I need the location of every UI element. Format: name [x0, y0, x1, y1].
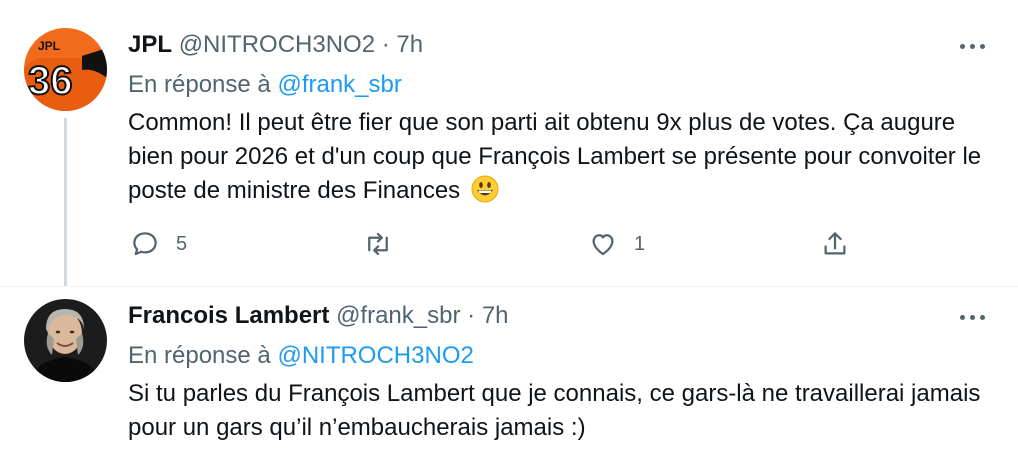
tweet-francois-lambert[interactable]: Francois Lambert @frank_sbr · 7h En répo… — [0, 287, 1018, 452]
separator: · — [467, 302, 476, 329]
like-count: 1 — [634, 232, 646, 255]
reply-prefix: En réponse à — [128, 71, 271, 98]
tweet-actions: 5 1 — [128, 227, 988, 261]
display-name[interactable]: Francois Lambert — [128, 302, 329, 329]
reply-prefix: En réponse à — [128, 342, 271, 369]
tweet-text-content: Si tu parles du François Lambert que je … — [128, 380, 981, 441]
reply-icon — [133, 232, 157, 256]
handle[interactable]: @frank_sbr — [336, 302, 460, 329]
reply-count: 5 — [176, 232, 188, 255]
like-button[interactable]: 1 — [588, 227, 645, 261]
grinning-face-icon — [471, 175, 499, 203]
retweet-button[interactable] — [363, 227, 409, 261]
more-options-button[interactable] — [958, 307, 988, 327]
avatar-jpl[interactable]: JPL 36 — [24, 28, 107, 111]
avatar-jersey-number: 36 — [28, 59, 73, 103]
share-icon — [824, 232, 846, 255]
separator: · — [381, 31, 390, 58]
reply-mention-link[interactable]: @NITROCH3NO2 — [277, 342, 473, 369]
timestamp[interactable]: 7h — [396, 31, 423, 58]
reply-context: En réponse à @NITROCH3NO2 — [128, 341, 474, 371]
tweet-text: Common! Il peut être fier que son parti … — [128, 106, 988, 208]
heart-icon — [592, 234, 614, 256]
reply-button[interactable]: 5 — [130, 227, 187, 261]
display-name[interactable]: JPL — [128, 31, 172, 58]
handle[interactable]: @NITROCH3NO2 — [179, 31, 375, 58]
tweet-header: JPL @NITROCH3NO2 · 7h — [128, 30, 423, 60]
retweet-icon — [368, 232, 388, 256]
tweet-jpl[interactable]: JPL 36 JPL @NITROCH3NO2 · 7h En réponse … — [0, 0, 1018, 287]
tweet-text-content: Common! Il peut être fier que son parti … — [128, 109, 982, 204]
timestamp[interactable]: 7h — [482, 302, 509, 329]
more-options-button[interactable] — [958, 36, 988, 56]
share-button[interactable] — [820, 227, 850, 261]
thread-line — [64, 118, 67, 286]
reply-mention-link[interactable]: @frank_sbr — [277, 71, 401, 98]
tweet-text: Si tu parles du François Lambert que je … — [128, 377, 988, 445]
reply-context: En réponse à @frank_sbr — [128, 70, 402, 100]
avatar-jersey-name: JPL — [38, 39, 60, 53]
avatar-francois-lambert[interactable] — [24, 299, 107, 382]
tweet-header: Francois Lambert @frank_sbr · 7h — [128, 301, 509, 331]
